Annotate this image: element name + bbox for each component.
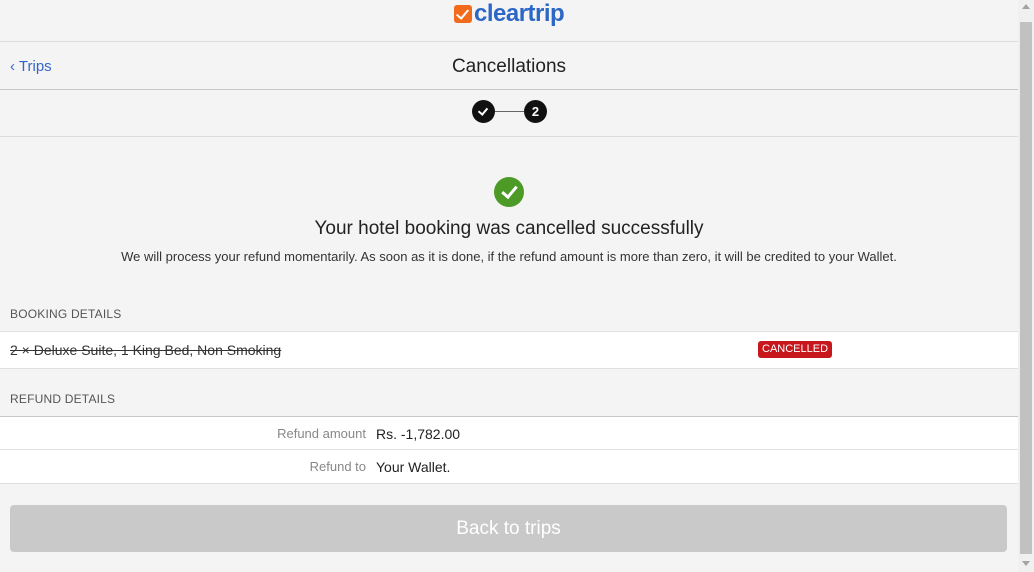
scroll-up-arrow-icon[interactable]: [1022, 4, 1030, 9]
refund-to-row: Refund to Your Wallet.: [0, 450, 1018, 484]
refund-amount-row: Refund amount Rs. -1,782.00: [0, 416, 1018, 450]
step-connector: [495, 111, 524, 112]
check-circle-icon: [494, 177, 524, 207]
step-1-complete-checkmark-icon: [472, 100, 495, 123]
check-box-icon: [454, 5, 472, 23]
status-badge: CANCELLED: [758, 341, 833, 358]
scrollbar[interactable]: [1018, 0, 1034, 572]
scroll-down-arrow-icon[interactable]: [1022, 561, 1030, 566]
back-to-trips-button[interactable]: Back to trips: [10, 505, 1007, 552]
success-title: Your hotel booking was cancelled success…: [314, 218, 704, 239]
booking-room-name: 2 × Deluxe Suite, 1 King Bed, Non Smokin…: [10, 342, 282, 358]
cleartrip-logo[interactable]: cleartrip: [454, 0, 565, 27]
booking-details-heading: BOOKING DETAILS: [10, 307, 122, 321]
refund-amount-value: Rs. -1,782.00: [376, 426, 461, 442]
refund-amount-label: Refund amount: [277, 426, 366, 441]
refund-to-value: Your Wallet.: [376, 459, 451, 475]
refund-details-heading: REFUND DETAILS: [10, 392, 116, 406]
scrollbar-thumb[interactable]: [1020, 22, 1032, 554]
page-title: Cancellations: [451, 56, 567, 77]
header-logo-bar: cleartrip: [0, 0, 1018, 42]
step-2-indicator: 2: [524, 100, 547, 123]
nav-bar: ‹ Trips Cancellations: [0, 42, 1018, 90]
progress-steps: 2: [0, 90, 1018, 137]
booking-row: 2 × Deluxe Suite, 1 King Bed, Non Smokin…: [0, 331, 1018, 369]
success-message: We will process your refund momentarily.…: [121, 249, 897, 264]
refund-to-label: Refund to: [309, 459, 366, 474]
logo-text: cleartrip: [474, 0, 565, 27]
